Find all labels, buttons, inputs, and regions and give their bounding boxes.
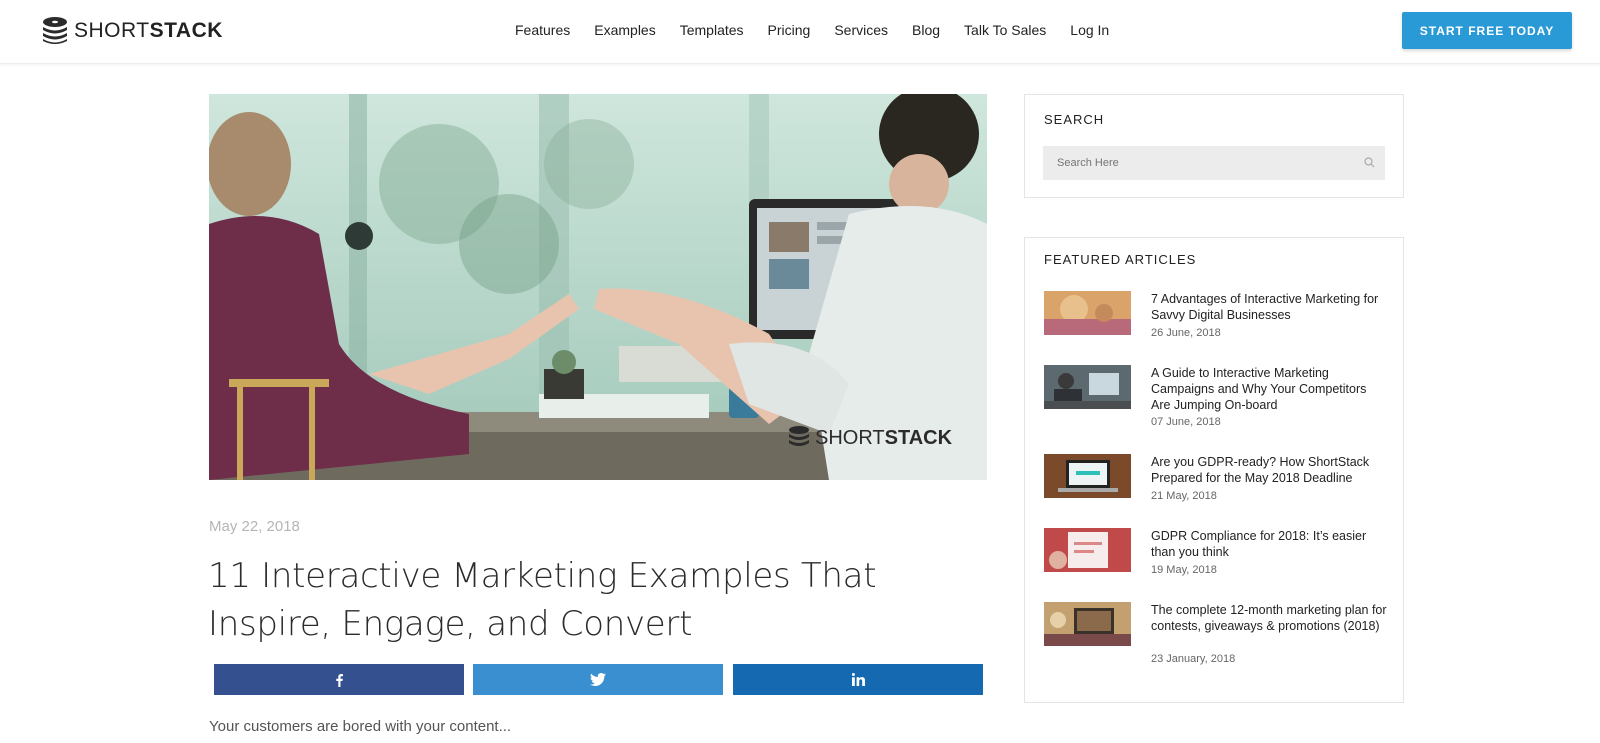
search-icon[interactable] [1364, 157, 1375, 168]
article-date: 21 May, 2018 [1151, 490, 1217, 502]
hero-image: SHORTSTACK [209, 94, 987, 480]
share-twitter-button[interactable] [473, 664, 723, 695]
nav-services[interactable]: Services [834, 22, 888, 38]
facebook-icon [336, 673, 343, 687]
nav-examples[interactable]: Examples [594, 22, 655, 38]
shortstack-logo[interactable]: SHORTSTACK [42, 14, 223, 48]
post-title: 11 Interactive Marketing Examples That I… [208, 556, 877, 644]
article-date: 07 June, 2018 [1151, 416, 1221, 428]
nav-features[interactable]: Features [515, 22, 570, 38]
search-widget: SEARCH [1024, 94, 1404, 198]
featured-articles-title: FEATURED ARTICLES [1044, 252, 1197, 267]
hero-photo-illustration: SHORTSTACK [209, 94, 987, 480]
search-widget-title: SEARCH [1044, 112, 1105, 127]
article-title[interactable]: A Guide to Interactive Marketing Campaig… [1151, 365, 1387, 413]
article-thumbnail[interactable] [1044, 291, 1131, 335]
article-title[interactable]: Are you GDPR-ready? How ShortStack Prepa… [1151, 454, 1387, 486]
article-date: 23 January, 2018 [1151, 653, 1236, 665]
share-linkedin-button[interactable] [733, 664, 983, 695]
article-thumbnail[interactable] [1044, 602, 1131, 646]
logo-wordmark: SHORTSTACK [74, 19, 223, 43]
share-facebook-button[interactable] [214, 664, 464, 695]
logo-word-short: SHORT [74, 19, 150, 42]
search-input[interactable] [1043, 146, 1343, 180]
nav-templates[interactable]: Templates [680, 22, 744, 38]
logo-word-stack: STACK [149, 19, 223, 42]
article-thumbnail[interactable] [1044, 365, 1131, 409]
search-box [1043, 146, 1385, 180]
article-title[interactable]: GDPR Compliance for 2018: It’s easier th… [1151, 528, 1387, 560]
article-thumbnail[interactable] [1044, 454, 1131, 498]
nav-log-in[interactable]: Log In [1070, 22, 1109, 38]
article-thumbnail[interactable] [1044, 528, 1131, 572]
article-title[interactable]: 7 Advantages of Interactive Marketing fo… [1151, 291, 1387, 323]
start-free-today-button[interactable]: START FREE TODAY [1402, 12, 1572, 49]
article-date: 19 May, 2018 [1151, 564, 1217, 576]
site-header: SHORTSTACK Features Examples Templates P… [0, 0, 1600, 64]
twitter-icon [590, 673, 606, 686]
post-date: May 22, 2018 [209, 518, 300, 535]
nav-talk-to-sales[interactable]: Talk To Sales [964, 22, 1046, 38]
article-date: 26 June, 2018 [1151, 327, 1221, 339]
nav-pricing[interactable]: Pricing [768, 22, 811, 38]
nav-blog[interactable]: Blog [912, 22, 940, 38]
linkedin-icon [851, 673, 865, 686]
main-nav: Features Examples Templates Pricing Serv… [515, 22, 1133, 38]
post-intro: Your customers are bored with your conte… [209, 718, 512, 735]
hero-watermark: SHORTSTACK [815, 427, 953, 449]
featured-articles-widget: FEATURED ARTICLES 7 Advantages of Intera… [1024, 237, 1404, 703]
stack-logo-icon [43, 17, 67, 44]
article-title[interactable]: The complete 12-month marketing plan for… [1151, 602, 1387, 634]
